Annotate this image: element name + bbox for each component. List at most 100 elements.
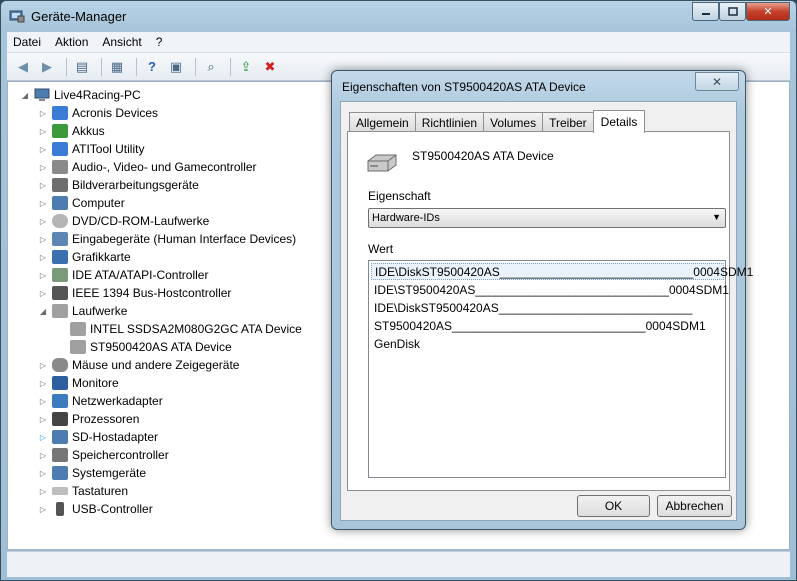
tree-item-dvd[interactable]: ▷ DVD/CD-ROM-Laufwerke bbox=[38, 212, 209, 230]
tree-item-label: SD-Hostadapter bbox=[72, 430, 159, 444]
tree-item-computer[interactable]: ▷ Computer bbox=[38, 194, 125, 212]
console-tree-button[interactable]: ▤ bbox=[72, 57, 92, 77]
tree-item-system[interactable]: ▷ Systemgeräte bbox=[38, 464, 146, 482]
collapse-icon[interactable]: ◢ bbox=[20, 91, 30, 100]
minimize-button[interactable] bbox=[692, 2, 719, 21]
view-button[interactable]: ▣ bbox=[166, 57, 186, 77]
value-item[interactable]: IDE\DiskST9500420AS_____________________… bbox=[371, 263, 753, 280]
dialog-body: Allgemein Richtlinien Volumes Treiber De… bbox=[340, 101, 753, 521]
expand-icon[interactable]: ▷ bbox=[38, 487, 48, 496]
tree-item-ieee1394[interactable]: ▷ IEEE 1394 Bus-Hostcontroller bbox=[38, 284, 231, 302]
expand-icon[interactable]: ▷ bbox=[38, 217, 48, 226]
value-item[interactable]: IDE\DiskST9500420AS_____________________… bbox=[374, 299, 692, 316]
tree-item-label: INTEL SSDSA2M080G2GC ATA Device bbox=[90, 322, 302, 336]
tree-item-label: IEEE 1394 Bus-Hostcontroller bbox=[72, 286, 232, 300]
expand-icon[interactable]: ▷ bbox=[38, 469, 48, 478]
tree-item-label: Netzwerkadapter bbox=[72, 394, 163, 408]
value-item[interactable]: IDE\ST9500420AS_________________________… bbox=[374, 281, 729, 298]
menu-aktion[interactable]: Aktion bbox=[55, 35, 88, 49]
tab-richtlinien[interactable]: Richtlinien bbox=[414, 112, 485, 132]
tree-item-sd-host[interactable]: ▷ SD-Hostadapter bbox=[38, 428, 158, 446]
tab-treiber[interactable]: Treiber bbox=[542, 112, 594, 132]
tree-item-st9500420as[interactable]: ST9500420AS ATA Device bbox=[56, 338, 232, 356]
maximize-button[interactable] bbox=[719, 2, 746, 21]
tree-item-usb[interactable]: ▷ USB-Controller bbox=[38, 500, 153, 518]
tree-item-laufwerke[interactable]: ◢ Laufwerke bbox=[38, 302, 127, 320]
tree-item-storage[interactable]: ▷ Speichercontroller bbox=[38, 446, 169, 464]
expand-icon[interactable]: ▷ bbox=[38, 451, 48, 460]
expand-icon[interactable]: ▷ bbox=[38, 127, 48, 136]
tree-item-keyboards[interactable]: ▷ Tastaturen bbox=[38, 482, 128, 500]
battery-icon bbox=[52, 124, 68, 138]
properties-button[interactable]: ▦ bbox=[107, 57, 127, 77]
tree-item-ide[interactable]: ▷ IDE ATA/ATAPI-Controller bbox=[38, 266, 208, 284]
properties-dialog: Eigenschaften von ST9500420AS ATA Device… bbox=[331, 70, 753, 530]
expand-icon[interactable]: ▷ bbox=[38, 199, 48, 208]
tree-item-label: Acronis Devices bbox=[72, 106, 159, 120]
property-label: Eigenschaft bbox=[368, 189, 431, 203]
expand-icon[interactable]: ▷ bbox=[38, 379, 48, 388]
tree-item-hid[interactable]: ▷ Eingabegeräte (Human Interface Devices) bbox=[38, 230, 296, 248]
tree-item-label: Mäuse und andere Zeigegeräte bbox=[72, 358, 240, 372]
tree-item-imaging[interactable]: ▷ Bildverarbeitungsgeräte bbox=[38, 176, 199, 194]
expand-icon[interactable]: ▷ bbox=[38, 181, 48, 190]
help-button[interactable]: ? bbox=[142, 57, 162, 77]
expand-icon[interactable]: ▷ bbox=[38, 271, 48, 280]
close-button[interactable]: ✕ bbox=[746, 2, 790, 21]
expand-icon[interactable]: ▷ bbox=[38, 163, 48, 172]
back-button[interactable]: ◀ bbox=[13, 57, 33, 77]
value-item[interactable]: ST9500420AS_____________________________… bbox=[374, 317, 706, 334]
expand-icon[interactable]: ▷ bbox=[38, 289, 48, 298]
tree-item-monitors[interactable]: ▷ Monitore bbox=[38, 374, 119, 392]
console-tree-icon: ▤ bbox=[75, 58, 89, 74]
tree-item-label: DVD/CD-ROM-Laufwerke bbox=[72, 214, 210, 228]
expand-icon[interactable]: ▷ bbox=[38, 415, 48, 424]
tree-item-graphics[interactable]: ▷ Grafikkarte bbox=[38, 248, 131, 266]
tab-allgemein[interactable]: Allgemein bbox=[349, 112, 416, 132]
tree-item-mice[interactable]: ▷ Mäuse und andere Zeigegeräte bbox=[38, 356, 239, 374]
menu-ansicht[interactable]: Ansicht bbox=[102, 35, 141, 49]
toolbar-separator bbox=[66, 57, 67, 76]
details-panel: ST9500420AS ATA Device Eigenschaft Hardw… bbox=[347, 131, 753, 491]
forward-button[interactable]: ▶ bbox=[37, 57, 57, 77]
value-list[interactable]: IDE\DiskST9500420AS_____________________… bbox=[368, 260, 753, 478]
cancel-button[interactable]: Abbrechen bbox=[657, 495, 732, 517]
collapse-icon[interactable]: ◢ bbox=[38, 307, 48, 316]
drive-icon bbox=[52, 304, 68, 318]
tree-item-intel-ssd[interactable]: INTEL SSDSA2M080G2GC ATA Device bbox=[56, 320, 302, 338]
update-driver-button[interactable]: ⇪ bbox=[236, 57, 256, 77]
tree-item-label: Audio-, Video- und Gamecontroller bbox=[72, 160, 257, 174]
expand-icon[interactable]: ▷ bbox=[38, 235, 48, 244]
property-dropdown[interactable]: Hardware-IDs ▼ bbox=[368, 208, 726, 228]
expand-icon[interactable]: ▷ bbox=[38, 433, 48, 442]
uninstall-button[interactable]: ✖ bbox=[260, 57, 280, 77]
computer-icon bbox=[34, 88, 50, 101]
tree-item-audio[interactable]: ▷ Audio-, Video- und Gamecontroller bbox=[38, 158, 257, 176]
expand-icon[interactable]: ▷ bbox=[38, 109, 48, 118]
tree-item-network[interactable]: ▷ Netzwerkadapter bbox=[38, 392, 163, 410]
menu-help[interactable]: ? bbox=[156, 35, 163, 49]
acronis-icon bbox=[52, 106, 68, 120]
dialog-close-button[interactable]: ✕ bbox=[695, 72, 739, 91]
expand-icon[interactable]: ▷ bbox=[38, 145, 48, 154]
tree-root[interactable]: ◢ Live4Racing-PC bbox=[20, 86, 141, 104]
tree-item-akkus[interactable]: ▷ Akkus bbox=[38, 122, 105, 140]
tree-item-atitool[interactable]: ▷ ATITool Utility bbox=[38, 140, 144, 158]
menu-datei[interactable]: Datei bbox=[13, 35, 41, 49]
tab-details[interactable]: Details bbox=[592, 110, 646, 133]
close-icon: ✕ bbox=[711, 74, 723, 89]
tree-item-label: Bildverarbeitungsgeräte bbox=[72, 178, 199, 192]
expand-icon[interactable]: ▷ bbox=[38, 361, 48, 370]
tree-item-processors[interactable]: ▷ Prozessoren bbox=[38, 410, 139, 428]
ok-button[interactable]: OK bbox=[577, 495, 650, 517]
tree-item-label: IDE ATA/ATAPI-Controller bbox=[72, 268, 209, 282]
value-item[interactable]: GenDisk bbox=[374, 335, 420, 352]
expand-icon[interactable]: ▷ bbox=[38, 253, 48, 262]
scan-hardware-button[interactable]: ⌕ bbox=[201, 57, 221, 77]
expand-icon[interactable]: ▷ bbox=[38, 505, 48, 514]
expand-icon[interactable]: ▷ bbox=[38, 397, 48, 406]
tree-item-acronis[interactable]: ▷ Acronis Devices bbox=[38, 104, 158, 122]
title-bar[interactable]: Geräte-Manager ✕ bbox=[1, 1, 796, 31]
tree-item-label: Grafikkarte bbox=[72, 250, 131, 264]
tab-volumes[interactable]: Volumes bbox=[483, 112, 544, 132]
